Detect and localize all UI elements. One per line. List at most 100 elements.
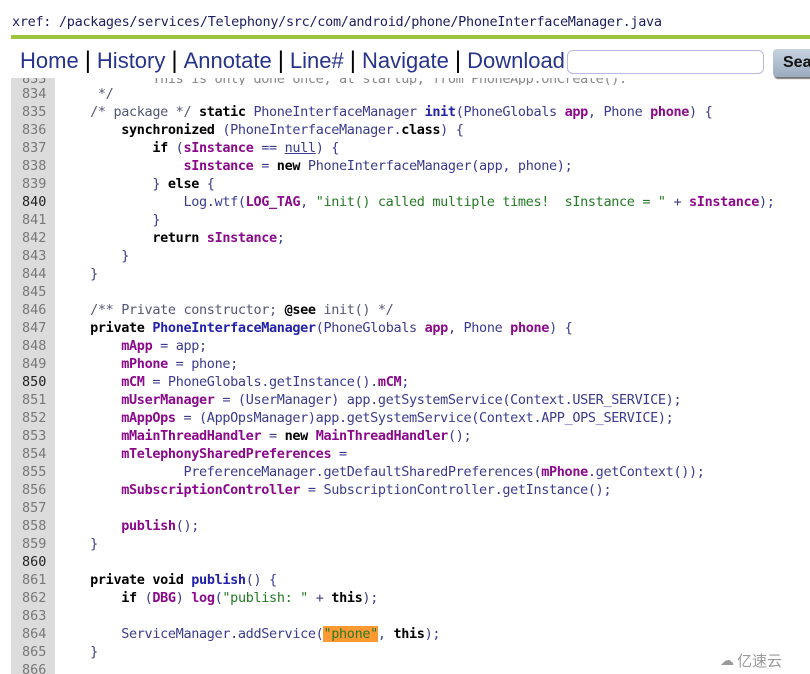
code-token[interactable]: mTelephonySharedPreferences <box>121 446 331 462</box>
line-number[interactable]: 862 <box>11 589 55 607</box>
line-number[interactable]: 835 <box>11 103 55 121</box>
line-number[interactable]: 858 <box>11 517 55 535</box>
line-number[interactable]: 836 <box>11 121 55 139</box>
line-number[interactable]: 857 <box>11 499 55 517</box>
code-token[interactable]: DBG <box>152 590 176 606</box>
code-token: , Phone <box>447 320 511 336</box>
code-token[interactable]: sInstance <box>207 230 277 246</box>
line-number[interactable]: 864 <box>11 625 55 643</box>
code-token[interactable]: phone <box>650 104 689 120</box>
line-number[interactable]: 834 <box>11 85 55 103</box>
line-number[interactable]: 839 <box>11 175 55 193</box>
line-number[interactable]: 845 <box>11 283 55 301</box>
line-number[interactable]: 841 <box>11 211 55 229</box>
nav-navigate-link[interactable]: Navigate <box>362 48 449 74</box>
code-text: mAppOps = (AppOpsManager)app.getSystemSe… <box>59 409 674 427</box>
line-number[interactable]: 853 <box>11 427 55 445</box>
line-number[interactable]: 850 <box>11 373 55 391</box>
code-token: /** Private constructor; <box>59 302 285 318</box>
nav-line-numbers-link[interactable]: Line# <box>290 48 344 74</box>
line-number[interactable]: 865 <box>11 643 55 661</box>
line-number[interactable]: 854 <box>11 445 55 463</box>
line-number[interactable]: 833 <box>11 78 55 85</box>
code-token: if <box>152 140 168 156</box>
code-token[interactable]: sInstance <box>689 194 759 210</box>
code-token[interactable]: LOG_TAG <box>246 194 301 210</box>
code-token[interactable]: mCM <box>378 374 402 390</box>
code-token: ) <box>175 590 192 606</box>
code-token: ( <box>136 590 153 606</box>
line-number[interactable]: 842 <box>11 229 55 247</box>
code-token[interactable]: sInstance <box>183 158 253 174</box>
line-number[interactable]: 859 <box>11 535 55 553</box>
code-line: 840 Log.wtf(LOG_TAG, "init() called mult… <box>11 193 810 211</box>
nav-download-link[interactable]: Download <box>467 48 565 74</box>
nav-annotate-link[interactable]: Annotate <box>184 48 272 74</box>
code-token: ); <box>362 590 378 606</box>
code-line: 835 /* package */ static PhoneInterfaceM… <box>11 103 810 121</box>
line-number[interactable]: 846 <box>11 301 55 319</box>
line-number[interactable]: 849 <box>11 355 55 373</box>
xref-path[interactable]: /packages/services/Telephony/src/com/and… <box>51 14 662 30</box>
code-token[interactable]: PhoneInterfaceManager <box>152 320 316 336</box>
code-token[interactable]: publish <box>191 572 246 588</box>
code-token[interactable]: mUserManager <box>121 392 215 408</box>
nav-home-link[interactable]: Home <box>20 48 79 74</box>
line-number[interactable]: 847 <box>11 319 55 337</box>
code-token[interactable]: init <box>425 104 456 120</box>
code-token[interactable]: app <box>425 320 449 336</box>
code-token[interactable]: mPhone <box>541 464 588 480</box>
code-line: 866 <box>11 661 810 674</box>
code-token: private <box>90 572 145 588</box>
line-number[interactable]: 843 <box>11 247 55 265</box>
line-number[interactable]: 855 <box>11 463 55 481</box>
code-token[interactable]: log <box>191 590 215 606</box>
code-token: = (AppOpsManager)app.getSystemService(Co… <box>175 410 674 426</box>
line-number[interactable]: 861 <box>11 571 55 589</box>
line-number[interactable]: 860 <box>11 553 55 571</box>
code-token: ; <box>276 230 285 246</box>
code-line: 855 PreferenceManager.getDefaultSharedPr… <box>11 463 810 481</box>
code-token[interactable]: app <box>565 104 589 120</box>
code-line: 848 mApp = app; <box>11 337 810 355</box>
code-line: 847 private PhoneInterfaceManager(PhoneG… <box>11 319 810 337</box>
line-number[interactable]: 840 <box>11 193 55 211</box>
cloud-logo-icon: ☁ <box>720 652 734 669</box>
line-number[interactable]: 838 <box>11 157 55 175</box>
code-text: sInstance = new PhoneInterfaceManager(ap… <box>59 157 572 175</box>
search-button[interactable]: Sea <box>773 49 810 77</box>
header-divider <box>11 35 810 39</box>
code-text: private PhoneInterfaceManager(PhoneGloba… <box>59 319 573 337</box>
code-token[interactable]: MainThreadHandler <box>316 428 449 444</box>
code-token[interactable]: publish <box>121 518 176 534</box>
code-token[interactable]: mMainThreadHandler <box>121 428 261 444</box>
line-number[interactable]: 866 <box>11 661 55 674</box>
code-text: return sInstance; <box>59 229 285 247</box>
code-token: + <box>307 590 332 606</box>
code-token[interactable]: phone <box>510 320 549 336</box>
code-token[interactable]: mPhone <box>121 356 168 372</box>
code-line: 850 mCM = PhoneGlobals.getInstance().mCM… <box>11 373 810 391</box>
code-token[interactable]: sInstance <box>183 140 253 156</box>
line-number[interactable]: 852 <box>11 409 55 427</box>
code-token[interactable]: mSubscriptionController <box>121 482 300 498</box>
code-token[interactable]: mCM <box>121 374 145 390</box>
line-number[interactable]: 856 <box>11 481 55 499</box>
line-number[interactable]: 844 <box>11 265 55 283</box>
code-token[interactable]: mApp <box>121 338 152 354</box>
line-number[interactable]: 863 <box>11 607 55 625</box>
line-number[interactable]: 851 <box>11 391 55 409</box>
nav-history-link[interactable]: History <box>97 48 165 74</box>
code-token: } <box>59 266 98 282</box>
code-token[interactable]: mAppOps <box>121 410 176 426</box>
line-number[interactable]: 848 <box>11 337 55 355</box>
code-token: .getContext()); <box>587 464 705 480</box>
line-number[interactable]: 837 <box>11 139 55 157</box>
search-input[interactable] <box>567 50 764 74</box>
